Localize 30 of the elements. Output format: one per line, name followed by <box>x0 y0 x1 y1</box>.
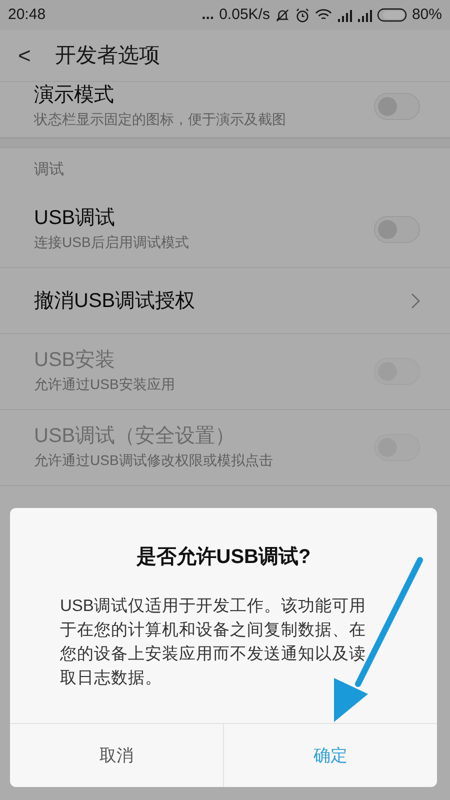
dialog-title: 是否允许USB调试? <box>135 545 312 570</box>
bell-muted-icon <box>274 8 290 22</box>
status-time: 20:48 <box>8 4 46 25</box>
settings-row[interactable]: 撤消USB调试授权 <box>0 268 450 334</box>
toggle-switch[interactable] <box>374 93 420 120</box>
setting-description: 允许通过USB安装应用 <box>34 375 175 394</box>
settings-row[interactable]: USB调试 连接USB后启用调试模式 <box>0 192 450 268</box>
cancel-button[interactable]: 取消 <box>10 724 223 787</box>
setting-title: USB安装 <box>34 348 116 372</box>
setting-title: USB调试 <box>34 206 116 230</box>
setting-description: 状态栏显示固定的图标，便于演示及截图 <box>34 110 286 129</box>
alarm-clock-icon <box>294 8 310 22</box>
toggle-switch[interactable] <box>374 216 420 243</box>
battery-icon <box>376 8 407 22</box>
setting-description: 连接USB后启用调试模式 <box>34 233 189 252</box>
battery-level: 80% <box>412 4 442 25</box>
wifi-icon <box>314 8 332 22</box>
signal-icon <box>356 8 372 22</box>
setting-title: 演示模式 <box>34 83 115 107</box>
setting-title: 撤消USB调试授权 <box>34 288 196 312</box>
more-dots: ... <box>202 4 214 25</box>
setting-description: 允许通过USB调试修改权限或模拟点击 <box>34 451 273 470</box>
page-title: 开发者选项 <box>54 42 160 69</box>
network-speed: 0.05K/s <box>219 4 270 25</box>
section-header: 调试 <box>33 160 65 180</box>
signal-icon <box>336 8 352 22</box>
setting-title: USB调试（安全设置） <box>34 424 236 448</box>
dialog-message: USB调试仅适用于开发工作。该功能可用于在您的计算机和设备之间复制数据、在您的设备上安装应用而不发送通知以及读取日志数据。 <box>60 596 367 689</box>
chevron-right-icon <box>411 292 420 308</box>
back-button[interactable]: < <box>18 44 31 66</box>
